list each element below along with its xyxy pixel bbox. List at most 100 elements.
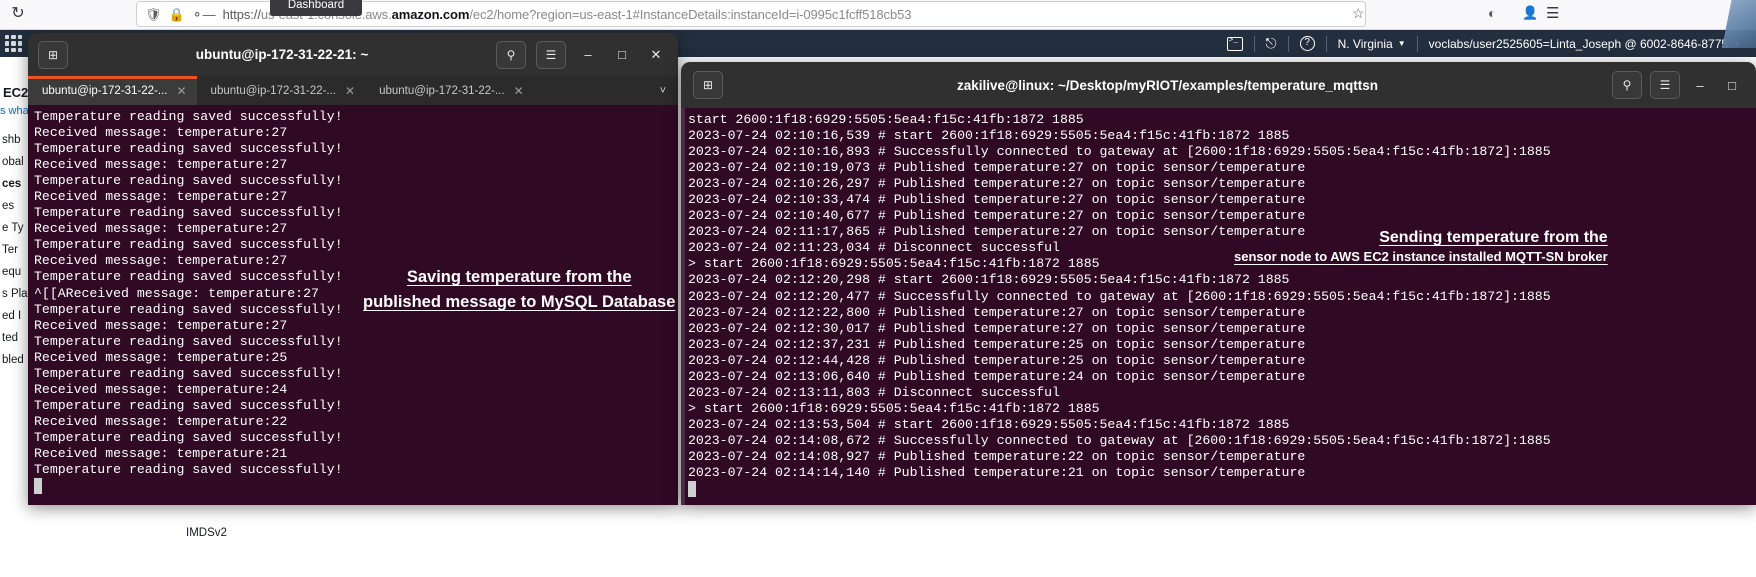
url-host-bold: amazon.com: [391, 6, 470, 22]
terminal-line: 2023-07-24 02:10:16,893 # Successfully c…: [688, 144, 1551, 160]
terminal-line: 2023-07-24 02:12:44,428 # Published temp…: [688, 352, 1306, 368]
terminal-line: 2023-07-24 02:10:40,677 # Published temp…: [688, 208, 1306, 224]
chevron-down-icon[interactable]: ˅: [648, 76, 678, 105]
left-terminal-controls: ⚲ ☰ – □ ✕: [496, 40, 668, 69]
terminal-scrollbar[interactable]: [681, 108, 685, 505]
cloudshell-button[interactable]: [1216, 30, 1254, 57]
region-selector[interactable]: N. Virginia ▼: [1327, 30, 1417, 57]
terminal-cursor: [688, 481, 1756, 498]
terminal-line: 2023-07-24 02:12:37,231 # Published temp…: [688, 336, 1306, 352]
terminal-line: 2023-07-24 02:10:33,474 # Published temp…: [688, 192, 1306, 208]
terminal-line: Received message: temperature:25: [34, 349, 288, 365]
bookmark-star-icon[interactable]: ☆: [1352, 5, 1365, 22]
right-annotation-line2: sensor node to AWS EC2 instance installe…: [1234, 249, 1608, 264]
left-annotation: Saving temperature from the published me…: [363, 265, 675, 315]
terminal-line: Temperature reading saved successfully!: [34, 109, 343, 124]
terminal-tab[interactable]: ubuntu@ip-172-31-22-... ✕: [28, 76, 197, 105]
search-icon[interactable]: ⚲: [496, 40, 526, 69]
account-menu[interactable]: voclabs/user2525605=Linta_Joseph @ 6002-…: [1418, 30, 1752, 57]
aws-nav-right-group: ⎋ ? N. Virginia ▼ voclabs/user2525605=Li…: [1216, 30, 1752, 57]
left-terminal-titlebar[interactable]: ⊞ ubuntu@ip-172-31-22-21: ~ ⚲ ☰ – □ ✕: [28, 33, 678, 76]
help-circle-icon: ?: [1299, 36, 1315, 51]
right-annotation: Sending temperature from the sensor node…: [1234, 228, 1608, 266]
terminal-line: 2023-07-24 02:12:22,800 # Published temp…: [688, 304, 1306, 320]
terminal-line: Received message: temperature:27: [34, 221, 288, 237]
terminal-line: 2023-07-24 02:10:26,297 # Published temp…: [688, 176, 1306, 192]
screenshot-root: ⎋ ? N. Virginia ▼ voclabs/user2525605=Li…: [0, 0, 1756, 577]
terminal-tab[interactable]: ubuntu@ip-172-31-22-... ✕: [197, 76, 366, 105]
hamburger-menu-icon[interactable]: ☰: [536, 40, 566, 69]
notifications-button[interactable]: ⎋: [1255, 30, 1288, 57]
terminal-tab-label: ubuntu@ip-172-31-22-...: [42, 84, 168, 97]
terminal-line: 2023-07-24 02:12:20,477 # Successfully c…: [688, 288, 1551, 304]
minimize-button[interactable]: –: [1688, 73, 1712, 97]
terminal-tab[interactable]: ubuntu@ip-172-31-22-... ✕: [365, 76, 534, 105]
imds-label: IMDSv2: [186, 527, 227, 539]
new-tab-icon[interactable]: ⊞: [38, 40, 68, 69]
terminal-line: Received message: temperature:24: [34, 381, 288, 397]
right-terminal-lines: start 2600:1f18:6929:5505:5ea4:f15c:41fb…: [681, 112, 1756, 498]
right-annotation-line1: Sending temperature from the: [1379, 229, 1608, 246]
close-icon[interactable]: ✕: [514, 84, 524, 98]
right-terminal-window[interactable]: ⊞ zakilive@linux: ~/Desktop/myRIOT/examp…: [681, 62, 1756, 505]
terminal-line: Temperature reading saved successfully!: [34, 333, 343, 349]
search-icon[interactable]: ⚲: [1612, 71, 1642, 99]
terminal-line: Received message: temperature:22: [34, 413, 288, 429]
reload-icon[interactable]: ↻: [8, 4, 28, 24]
maximize-button[interactable]: □: [1720, 73, 1744, 97]
terminal-line: 2023-07-24 02:13:53,504 # start 2600:1f1…: [688, 416, 1290, 432]
region-label: N. Virginia: [1337, 36, 1393, 51]
terminal-line: 2023-07-24 02:14:08,672 # Successfully c…: [688, 432, 1551, 448]
terminal-line: Temperature reading saved successfully!: [34, 365, 343, 381]
cloudshell-icon: [1226, 36, 1243, 51]
page-subtitle-link[interactable]: s wha: [0, 105, 29, 117]
terminal-line: 2023-07-24 02:12:20,298 # start 2600:1f1…: [688, 272, 1290, 288]
extension-icon[interactable]: ◐: [1488, 5, 1496, 21]
lock-icon[interactable]: 🔒: [169, 8, 185, 21]
minimize-button[interactable]: –: [576, 43, 600, 67]
terminal-line: Received message: temperature:27: [34, 157, 288, 173]
terminal-cursor: [34, 478, 678, 495]
terminal-line: Received message: temperature:27: [34, 317, 288, 333]
new-tab-icon[interactable]: ⊞: [693, 71, 723, 99]
help-button[interactable]: ?: [1289, 30, 1326, 57]
terminal-line: Received message: temperature:27: [34, 189, 288, 205]
terminal-line: Temperature reading saved successfully!: [34, 237, 343, 253]
terminal-line: > start 2600:1f18:6929:5505:5ea4:f15c:41…: [688, 400, 1100, 416]
terminal-line: start 2600:1f18:6929:5505:5ea4:f15c:41fb…: [688, 112, 1084, 127]
hamburger-menu-icon[interactable]: ☰: [1546, 4, 1559, 22]
right-terminal-output[interactable]: start 2600:1f18:6929:5505:5ea4:f15c:41fb…: [681, 108, 1756, 505]
shield-icon[interactable]: 🛡: [145, 8, 162, 21]
terminal-line: 2023-07-24 02:14:08,927 # Published temp…: [688, 448, 1306, 464]
url-scheme: https://: [222, 6, 261, 22]
services-waffle-icon[interactable]: [5, 35, 22, 52]
terminal-line: 2023-07-24 02:10:16,539 # start 2600:1f1…: [688, 128, 1290, 144]
right-terminal-title: zakilive@linux: ~/Desktop/myRIOT/example…: [957, 77, 1378, 93]
tab-tooltip: Dashboard: [270, 0, 362, 16]
terminal-line: Temperature reading saved successfully!: [34, 429, 343, 445]
chevron-down-icon: ▼: [1397, 39, 1406, 48]
terminal-line: 2023-07-24 02:12:30,017 # Published temp…: [688, 320, 1306, 336]
terminal-tab-label: ubuntu@ip-172-31-22-...: [379, 84, 505, 97]
right-terminal-titlebar[interactable]: ⊞ zakilive@linux: ~/Desktop/myRIOT/examp…: [681, 62, 1756, 108]
terminal-line: Received message: temperature:27: [34, 125, 288, 141]
hamburger-menu-icon[interactable]: ☰: [1650, 71, 1680, 99]
close-button[interactable]: ✕: [644, 43, 668, 67]
terminal-line: Temperature reading saved successfully!: [34, 173, 343, 189]
close-icon[interactable]: ✕: [345, 84, 355, 98]
terminal-line: Temperature reading saved successfully!: [34, 397, 343, 413]
notifications-bell-icon: ⎋: [1265, 35, 1277, 51]
terminal-line: 2023-07-24 02:13:11,803 # Disconnect suc…: [688, 384, 1060, 400]
right-terminal-controls: ⚲ ☰ – □: [1612, 71, 1744, 99]
close-icon[interactable]: ✕: [176, 84, 186, 98]
page-title: EC2: [3, 85, 29, 100]
left-terminal-tabbar: ubuntu@ip-172-31-22-... ✕ ubuntu@ip-172-…: [28, 76, 678, 105]
permissions-icon[interactable]: ⚬—: [192, 8, 216, 21]
terminal-line: Temperature reading saved successfully!: [34, 141, 343, 157]
terminal-line: Temperature reading saved successfully!: [34, 462, 343, 478]
account-icon[interactable]: 👤: [1522, 5, 1538, 21]
terminal-line: 2023-07-24 02:13:06,640 # Published temp…: [688, 368, 1306, 384]
left-terminal-title: ubuntu@ip-172-31-22-21: ~: [195, 47, 369, 62]
terminal-tab-label: ubuntu@ip-172-31-22-...: [210, 84, 337, 97]
maximize-button[interactable]: □: [610, 43, 634, 67]
